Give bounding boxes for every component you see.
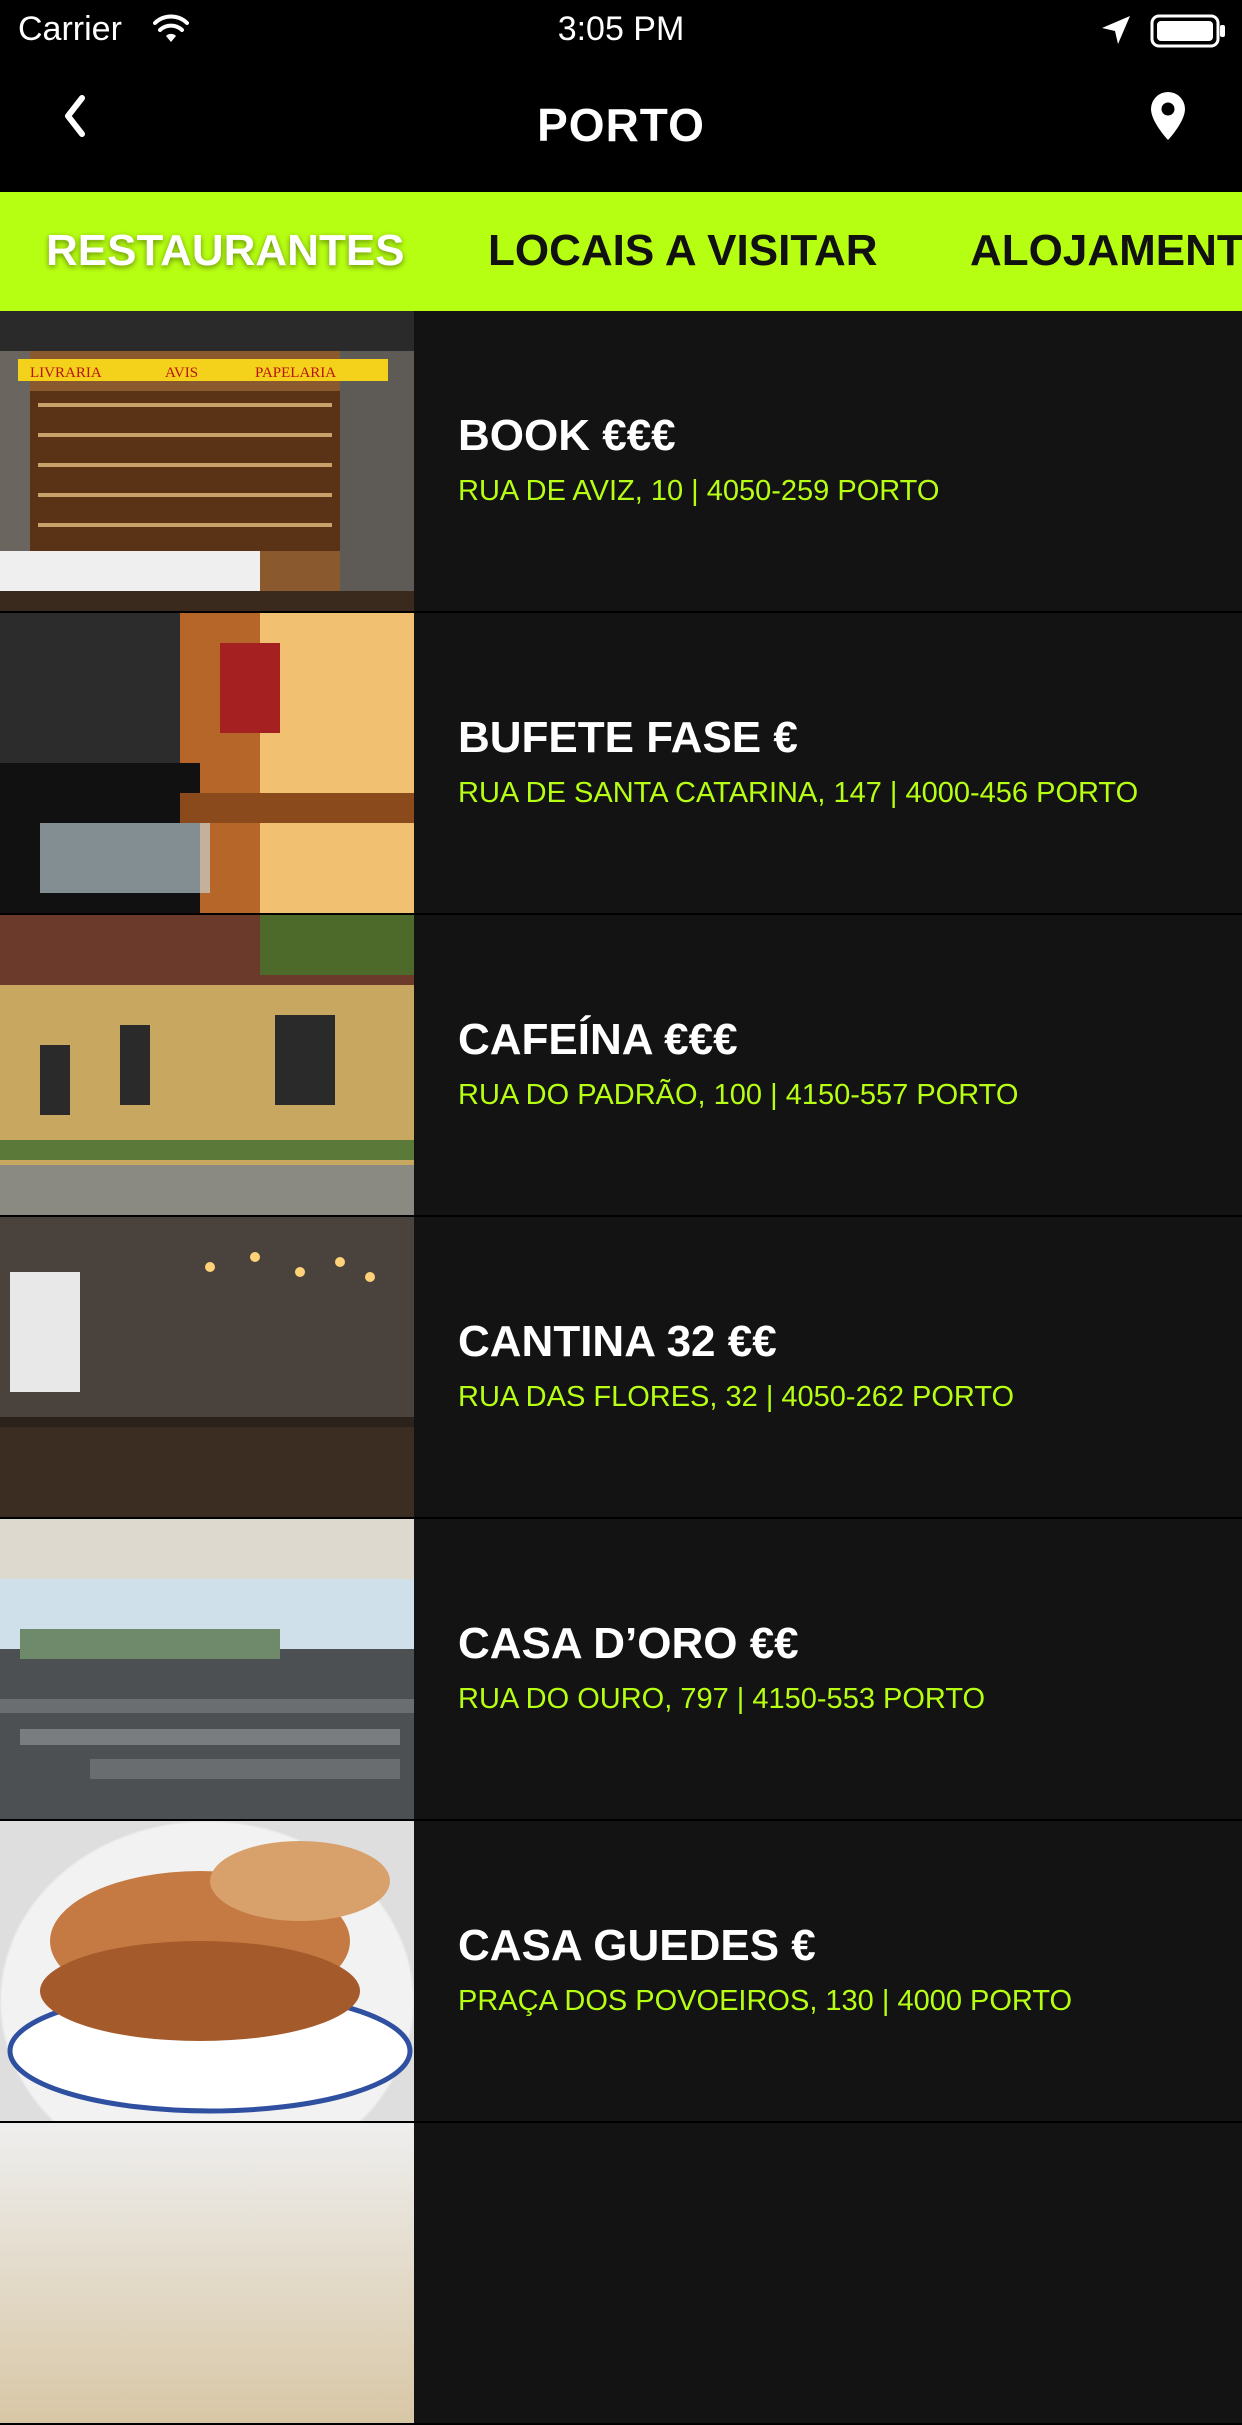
sign-livraria: LIVRARIA [30, 365, 102, 381]
restaurant-info: CASA D’ORO €€ RUA DO OURO, 797 | 4150-55… [458, 1619, 1222, 1716]
status-time: 3:05 PM [557, 10, 685, 48]
restaurant-name: CAFEÍNA €€€ [458, 1015, 738, 1064]
map-pin-icon[interactable] [1148, 90, 1188, 144]
restaurant-address: RUA DE SANTA CATARINA, 147 | 4000-456 PO… [458, 777, 1139, 809]
sign-papelaria: PAPELARIA [255, 365, 336, 381]
restaurant-name: BUFETE FASE € [458, 713, 798, 762]
location-arrow-icon [1102, 16, 1130, 44]
restaurant-address: RUA DE AVIZ, 10 | 4050-259 PORTO [458, 475, 940, 507]
restaurant-info: CASA GUEDES € PRAÇA DOS POVOEIROS, 130 |… [458, 1921, 1222, 2018]
restaurant-photo [0, 1519, 414, 1819]
restaurant-name: BOOK €€€ [458, 411, 676, 460]
page-title: PORTO [537, 99, 705, 151]
restaurant-photo: LIVRARIA AVIS PAPELARIA [0, 311, 414, 611]
tab-locais-a-visitar[interactable]: LOCAIS A VISITAR [488, 226, 878, 276]
restaurant-row-casa-guedes[interactable]: CASA GUEDES € PRAÇA DOS POVOEIROS, 130 |… [0, 1821, 1242, 2123]
restaurant-info: BOOK €€€ RUA DE AVIZ, 10 | 4050-259 PORT… [458, 411, 1222, 508]
restaurant-row-cantina-32[interactable]: CANTINA 32 €€ RUA DAS FLORES, 32 | 4050-… [0, 1217, 1242, 1519]
restaurant-row-casa-doro[interactable]: CASA D’ORO €€ RUA DO OURO, 797 | 4150-55… [0, 1519, 1242, 1821]
restaurant-name: CASA GUEDES € [458, 1921, 816, 1970]
restaurant-row-bufete-fase[interactable]: BUFETE FASE € RUA DE SANTA CATARINA, 147… [0, 613, 1242, 915]
restaurant-row-book[interactable]: LIVRARIA AVIS PAPELARIA BOOK €€€ RUA DE … [0, 311, 1242, 613]
restaurant-address: RUA DO OURO, 797 | 4150-553 PORTO [458, 1683, 986, 1715]
navigation-bar: PORTO [0, 62, 1242, 192]
restaurant-row-cafeina[interactable]: CAFEÍNA €€€ RUA DO PADRÃO, 100 | 4150-55… [0, 915, 1242, 1217]
restaurant-photo [0, 1821, 414, 2121]
battery-full-icon [1150, 14, 1225, 48]
restaurant-photo [0, 915, 414, 1215]
restaurant-name: CANTINA 32 €€ [458, 1317, 777, 1366]
tab-restaurantes[interactable]: RESTAURANTES [46, 226, 405, 276]
category-tabs: RESTAURANTES LOCAIS A VISITAR ALOJAMENT [0, 192, 1242, 311]
status-bar: Carrier 3:05 PM [0, 0, 1242, 62]
restaurant-photo [0, 613, 414, 913]
restaurant-address: RUA DAS FLORES, 32 | 4050-262 PORTO [458, 1381, 1015, 1413]
restaurant-photo [0, 2123, 414, 2423]
restaurant-address: PRAÇA DOS POVOEIROS, 130 | 4000 PORTO [458, 1985, 1073, 2017]
restaurant-name: CASA D’ORO €€ [458, 1619, 799, 1668]
restaurant-list: LIVRARIA AVIS PAPELARIA BOOK €€€ RUA DE … [0, 311, 1242, 2425]
tab-alojamento[interactable]: ALOJAMENT [970, 226, 1242, 276]
restaurant-row-partial[interactable] [0, 2123, 1242, 2425]
restaurant-info: CAFEÍNA €€€ RUA DO PADRÃO, 100 | 4150-55… [458, 1015, 1222, 1112]
restaurant-info: CANTINA 32 €€ RUA DAS FLORES, 32 | 4050-… [458, 1317, 1222, 1414]
restaurant-address: RUA DO PADRÃO, 100 | 4150-557 PORTO [458, 1079, 1019, 1111]
restaurant-photo [0, 1217, 414, 1517]
restaurant-info: BUFETE FASE € RUA DE SANTA CATARINA, 147… [458, 713, 1222, 810]
sign-avis: AVIS [165, 365, 198, 381]
